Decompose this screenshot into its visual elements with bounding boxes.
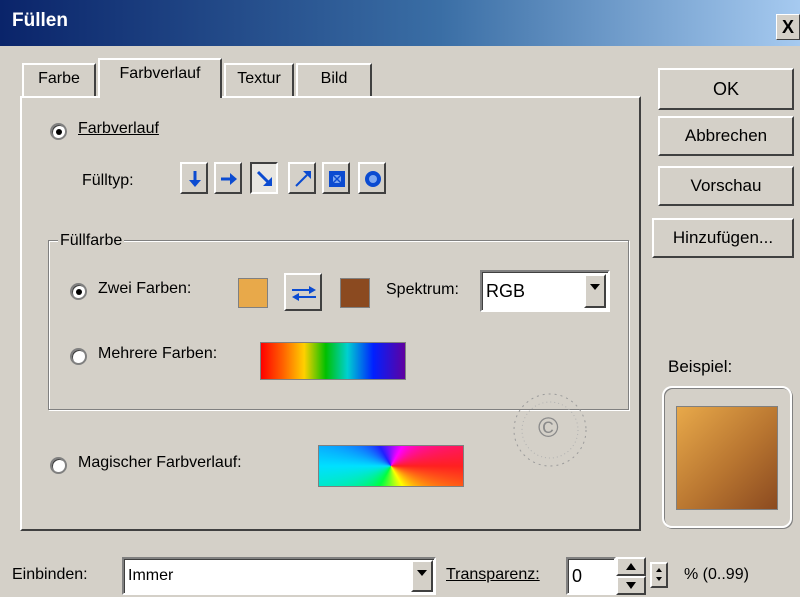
spectrum-label: Spektrum:	[386, 281, 459, 298]
arrow-diagonal-up-right-icon	[295, 171, 311, 187]
circle-gradient-icon	[365, 171, 381, 187]
fill-color-group-label: Füllfarbe	[58, 232, 125, 250]
tab-farbe[interactable]: Farbe	[22, 63, 96, 96]
spin-up-button[interactable]	[616, 557, 646, 576]
small-arrow-icon	[656, 568, 662, 581]
window-title: Füllen	[12, 10, 68, 31]
fill-type-rectangle-button[interactable]	[322, 162, 350, 194]
transparency-label: Transparenz:	[446, 566, 540, 583]
magic-gradient-preview[interactable]	[318, 445, 464, 487]
arrow-diagonal-down-right-icon	[256, 170, 272, 186]
title-bar: Füllen X	[0, 0, 800, 46]
ok-button[interactable]: OK	[658, 68, 794, 110]
fill-type-diagonal-up-button[interactable]	[288, 162, 316, 194]
close-button[interactable]: X	[776, 14, 800, 40]
fill-color-group	[48, 240, 629, 410]
example-frame	[662, 386, 792, 528]
arrow-right-icon	[221, 173, 237, 185]
tab-farbverlauf[interactable]: Farbverlauf	[98, 58, 222, 98]
embed-select[interactable]: Immer	[122, 557, 436, 595]
arrow-down-icon	[189, 171, 201, 187]
example-preview	[676, 406, 778, 510]
spectrum-value: RGB	[486, 281, 526, 301]
preview-button[interactable]: Vorschau	[658, 166, 794, 206]
multi-colors-preview[interactable]	[260, 342, 406, 380]
rectangle-gradient-icon	[329, 171, 345, 187]
color1-swatch[interactable]	[238, 278, 268, 308]
spin-down-icon	[626, 582, 636, 589]
transparency-value: 0	[572, 566, 583, 586]
spin-up-icon	[626, 563, 636, 570]
watermark-stamp: ©	[508, 388, 592, 472]
magic-gradient-label: Magischer Farbverlauf:	[78, 454, 242, 471]
fill-type-diagonal-down-button[interactable]	[250, 162, 278, 194]
transparency-input[interactable]: 0	[566, 557, 616, 595]
magic-gradient-radio[interactable]	[50, 457, 67, 474]
transparency-spinner[interactable]	[616, 557, 646, 595]
transparency-extra-button[interactable]	[650, 562, 668, 588]
spectrum-dropdown-button[interactable]	[584, 274, 606, 308]
fill-type-circle-button[interactable]	[358, 162, 386, 194]
embed-value: Immer	[128, 567, 174, 584]
color2-swatch[interactable]	[340, 278, 370, 308]
multi-colors-radio[interactable]	[70, 348, 87, 365]
fill-type-right-button[interactable]	[214, 162, 242, 194]
cancel-button[interactable]: Abbrechen	[658, 116, 794, 156]
tab-bild[interactable]: Bild	[296, 63, 372, 96]
tab-textur[interactable]: Textur	[224, 63, 294, 96]
copyright-mark: ©	[538, 412, 559, 443]
swap-arrows-icon	[292, 286, 316, 301]
swap-colors-button[interactable]	[284, 273, 322, 311]
transparency-range: % (0..99)	[684, 566, 749, 583]
gradient-label: Farbverlauf	[78, 120, 159, 137]
add-button[interactable]: Hinzufügen...	[652, 218, 794, 258]
spin-down-button[interactable]	[616, 576, 646, 595]
gradient-radio[interactable]	[50, 123, 67, 140]
fill-type-down-button[interactable]	[180, 162, 208, 194]
two-colors-label: Zwei Farben:	[98, 280, 192, 297]
embed-label: Einbinden:	[12, 566, 88, 583]
example-label: Beispiel:	[668, 357, 733, 376]
fill-type-label: Fülltyp:	[82, 172, 134, 189]
multi-colors-label: Mehrere Farben:	[98, 345, 218, 362]
two-colors-radio[interactable]	[70, 283, 87, 300]
embed-dropdown-button[interactable]	[411, 560, 433, 592]
